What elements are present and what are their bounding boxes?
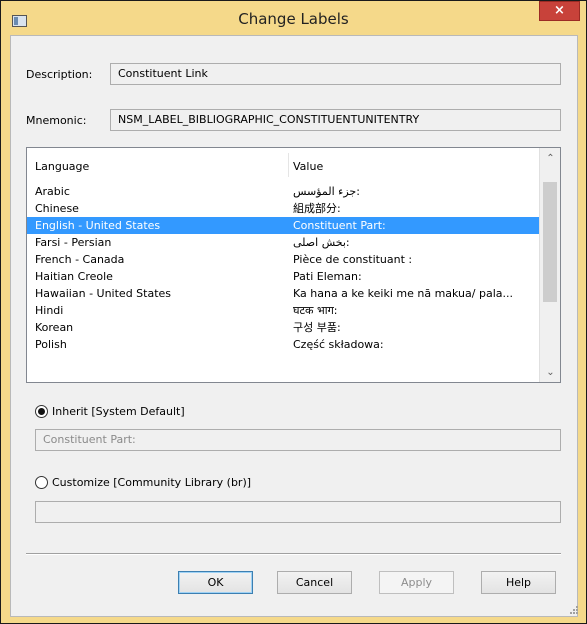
close-icon: × xyxy=(554,3,565,18)
row-value: 구성 부품: xyxy=(293,321,341,334)
row-language: Arabic xyxy=(35,185,70,198)
language-list[interactable]: Language Value Arabic جزء المؤسس: Chines… xyxy=(26,147,561,383)
row-language: Korean xyxy=(35,321,74,334)
close-button[interactable]: × xyxy=(539,1,580,21)
list-row[interactable]: Arabic جزء المؤسس: xyxy=(27,183,539,200)
column-divider[interactable] xyxy=(288,153,289,177)
list-row[interactable]: Hindi घटक भाग: xyxy=(27,302,539,319)
chevron-down-icon[interactable]: ⌄ xyxy=(540,364,560,381)
row-value: بخش اصلی: xyxy=(293,236,350,249)
size-grip-icon[interactable] xyxy=(567,605,579,617)
title-bar[interactable]: Change Labels × xyxy=(1,1,586,35)
list-row[interactable]: Korean 구성 부품: xyxy=(27,319,539,336)
row-language: Polish xyxy=(35,338,67,351)
list-row[interactable]: Farsi - Persian بخش اصلی: xyxy=(27,234,539,251)
list-row[interactable]: Haitian Creole Pati Eleman: xyxy=(27,268,539,285)
description-label: Description: xyxy=(26,68,93,81)
row-value: घटक भाग: xyxy=(293,304,338,317)
row-value: جزء المؤسس: xyxy=(293,185,360,198)
inherit-value-field: Constituent Part: xyxy=(35,429,561,451)
row-language: Farsi - Persian xyxy=(35,236,112,249)
row-value: 組成部分: xyxy=(293,202,341,215)
list-row[interactable]: Chinese 組成部分: xyxy=(27,200,539,217)
row-language: Haitian Creole xyxy=(35,270,113,283)
row-value: Constituent Part: xyxy=(293,219,386,232)
list-row[interactable]: Hawaiian - United States Ka hana a ke ke… xyxy=(27,285,539,302)
apply-button: Apply xyxy=(379,571,454,594)
list-row-selected[interactable]: English - United States Constituent Part… xyxy=(27,217,539,234)
mnemonic-label: Mnemonic: xyxy=(26,114,87,127)
list-row[interactable]: Polish Część składowa: xyxy=(27,336,539,353)
row-value: Pati Eleman: xyxy=(293,270,362,283)
row-language: Chinese xyxy=(35,202,79,215)
chevron-up-icon[interactable]: ⌃ xyxy=(540,150,560,167)
ok-button[interactable]: OK xyxy=(178,571,253,594)
list-header: Language Value xyxy=(27,148,539,178)
separator xyxy=(26,553,561,555)
column-header-value[interactable]: Value xyxy=(293,160,323,173)
row-language: English - United States xyxy=(35,219,161,232)
row-value: Pièce de constituant : xyxy=(293,253,413,266)
row-language: Hindi xyxy=(35,304,64,317)
row-language: French - Canada xyxy=(35,253,125,266)
row-value: Część składowa: xyxy=(293,338,384,351)
vertical-scrollbar[interactable]: ⌃ ⌄ xyxy=(539,148,560,382)
inherit-radio[interactable] xyxy=(35,405,48,418)
row-language: Hawaiian - United States xyxy=(35,287,172,300)
list-row[interactable]: French - Canada Pièce de constituant : xyxy=(27,251,539,268)
scrollbar-thumb[interactable] xyxy=(543,182,557,302)
customize-label[interactable]: Customize [Community Library (br)] xyxy=(52,476,251,489)
help-button[interactable]: Help xyxy=(481,571,556,594)
customize-radio[interactable] xyxy=(35,476,48,489)
change-labels-dialog: Change Labels × Description: Constituent… xyxy=(0,0,587,624)
inherit-label[interactable]: Inherit [System Default] xyxy=(52,405,185,418)
column-header-language[interactable]: Language xyxy=(35,160,89,173)
customize-value-field[interactable] xyxy=(35,501,561,523)
description-field: Constituent Link xyxy=(110,63,561,85)
mnemonic-field: NSM_LABEL_BIBLIOGRAPHIC_CONSTITUENTUNITE… xyxy=(110,109,561,131)
dialog-title: Change Labels xyxy=(238,10,349,28)
cancel-button[interactable]: Cancel xyxy=(277,571,352,594)
row-value: Ka hana a ke keiki me nā makua/ pala... xyxy=(293,287,513,300)
